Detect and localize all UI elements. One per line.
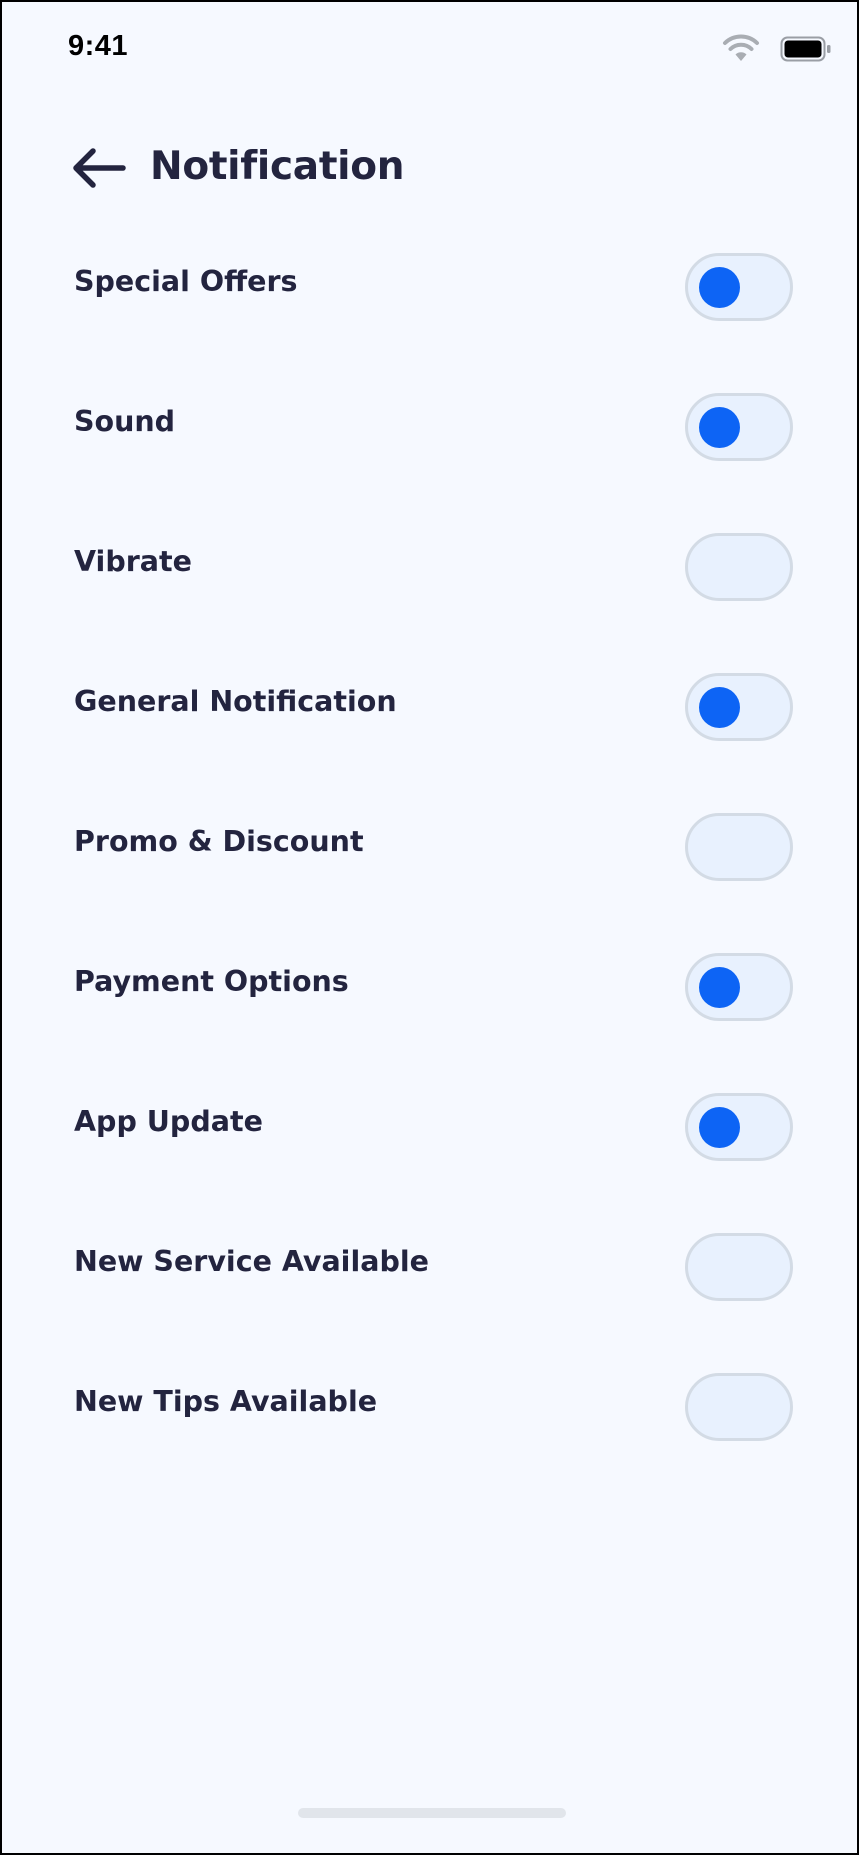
toggle-knob: [699, 687, 740, 728]
setting-row: App Update: [2, 1057, 857, 1197]
battery-icon: [780, 36, 832, 62]
setting-row: Vibrate: [2, 497, 857, 637]
setting-row: New Service Available: [2, 1197, 857, 1337]
setting-row: New Tips Available: [2, 1337, 857, 1477]
status-bar: 9:41: [2, 2, 857, 102]
toggle-switch[interactable]: [685, 393, 793, 461]
setting-label: Payment Options: [74, 965, 349, 998]
setting-label: Sound: [74, 405, 176, 438]
setting-label: App Update: [74, 1105, 263, 1138]
setting-label: General Notification: [74, 685, 397, 718]
setting-label: New Tips Available: [74, 1385, 378, 1418]
setting-row: General Notification: [2, 637, 857, 777]
phone-screen: 9:41 Notification Special Offers Sound V…: [0, 0, 859, 1855]
toggle-switch[interactable]: [685, 673, 793, 741]
toggle-knob: [699, 967, 740, 1008]
setting-label: New Service Available: [74, 1245, 429, 1278]
setting-label: Vibrate: [74, 545, 192, 578]
setting-label: Promo & Discount: [74, 825, 364, 858]
home-indicator: [298, 1808, 566, 1818]
arrow-left-icon: [71, 146, 127, 194]
toggle-switch[interactable]: [685, 1233, 793, 1301]
wifi-icon: [722, 34, 760, 62]
page-title: Notification: [150, 144, 405, 189]
toggle-switch[interactable]: [685, 533, 793, 601]
setting-row: Promo & Discount: [2, 777, 857, 917]
toggle-knob: [699, 267, 740, 308]
header: Notification: [2, 132, 857, 212]
toggle-switch[interactable]: [685, 813, 793, 881]
setting-label: Special Offers: [74, 265, 298, 298]
toggle-switch[interactable]: [685, 953, 793, 1021]
toggle-switch[interactable]: [685, 1373, 793, 1441]
toggle-knob: [699, 407, 740, 448]
setting-row: Payment Options: [2, 917, 857, 1057]
notification-settings-list: Special Offers Sound Vibrate General Not…: [2, 217, 857, 1477]
setting-row: Sound: [2, 357, 857, 497]
back-button[interactable]: [68, 146, 130, 194]
setting-row: Special Offers: [2, 217, 857, 357]
status-time: 9:41: [68, 30, 129, 62]
toggle-knob: [699, 1107, 740, 1148]
toggle-switch[interactable]: [685, 1093, 793, 1161]
toggle-switch[interactable]: [685, 253, 793, 321]
